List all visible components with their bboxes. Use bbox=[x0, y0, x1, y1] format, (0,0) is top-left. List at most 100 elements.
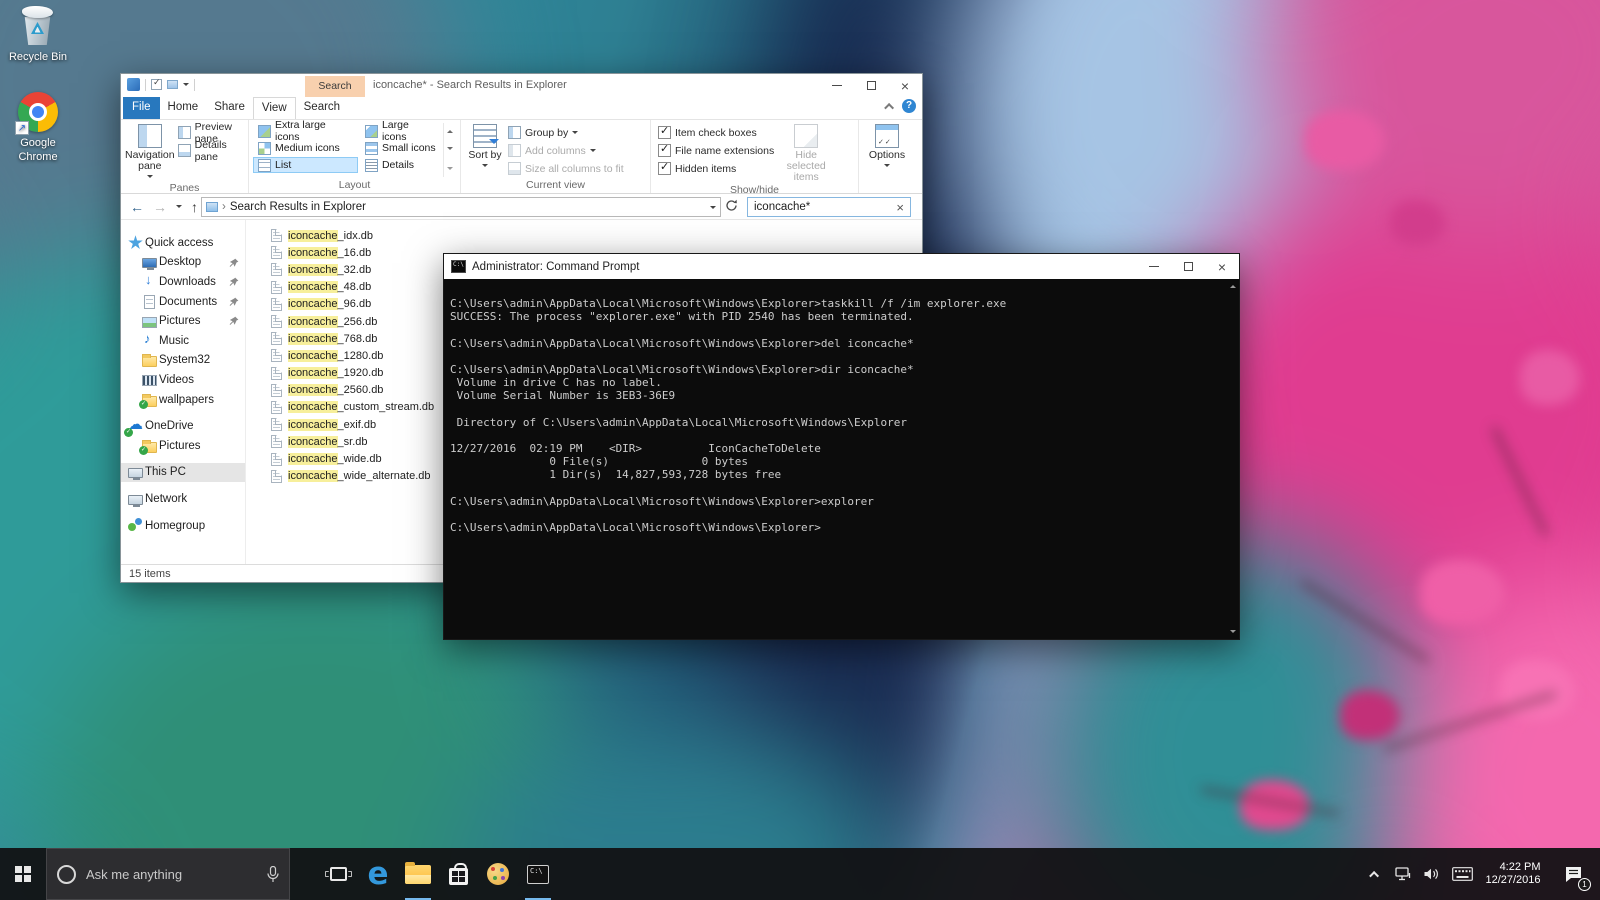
sidebar-item[interactable]: System32 bbox=[121, 351, 245, 371]
sidebar-item[interactable]: Quick access bbox=[121, 233, 245, 253]
current-view-option[interactable]: Size all columns to fit bbox=[505, 161, 627, 176]
sidebar-item[interactable]: Downloads bbox=[121, 272, 245, 292]
quick-access-toolbar bbox=[127, 77, 195, 91]
action-center-button[interactable]: 1 bbox=[1551, 848, 1595, 900]
cmd-maximize-button[interactable] bbox=[1171, 254, 1205, 279]
sidebar-item[interactable]: OneDrive bbox=[121, 415, 245, 437]
layout-option[interactable]: Medium icons bbox=[253, 140, 358, 156]
layout-scroll-strip[interactable] bbox=[443, 123, 456, 177]
layout-option[interactable]: List bbox=[253, 157, 358, 173]
qat-properties-icon[interactable] bbox=[151, 77, 162, 90]
cmd-titlebar[interactable]: Administrator: Command Prompt × bbox=[444, 254, 1239, 279]
minimize-button[interactable] bbox=[820, 74, 854, 97]
sidebar-item[interactable]: Homegroup bbox=[121, 516, 245, 536]
current-view-option[interactable]: Group by bbox=[505, 125, 627, 140]
command-prompt-button[interactable] bbox=[518, 848, 558, 900]
hide-selected-items-button[interactable]: Hide selected items bbox=[777, 123, 835, 183]
file-item[interactable]: iconcache_idx.db bbox=[271, 227, 922, 244]
dropdown-caret bbox=[572, 131, 579, 137]
sidebar-item[interactable]: Network bbox=[121, 489, 245, 509]
clock[interactable]: 4:22 PM 12/27/2016 bbox=[1479, 848, 1551, 900]
console-line: SUCCESS: The process "explorer.exe" with… bbox=[450, 310, 914, 324]
cortana-search-box[interactable]: Ask me anything bbox=[46, 848, 290, 900]
console-line: 1 Dir(s) 14,827,593,728 bytes free bbox=[450, 468, 782, 482]
file-name: iconcache_96.db bbox=[288, 298, 372, 311]
ribbon-tab[interactable]: View bbox=[252, 97, 296, 119]
ribbon-tab[interactable]: File bbox=[123, 97, 160, 119]
cmd-window-title: Administrator: Command Prompt bbox=[472, 260, 640, 273]
ribbon-tab[interactable]: Home bbox=[160, 97, 207, 119]
cmd-close-button[interactable]: × bbox=[1205, 254, 1239, 279]
explorer-titlebar[interactable]: Search Tools iconcache* - Search Results… bbox=[121, 74, 922, 113]
search-tools-contextual-tab[interactable]: Search Tools bbox=[305, 76, 365, 113]
store-icon bbox=[448, 862, 468, 885]
clear-search-icon[interactable]: × bbox=[896, 200, 904, 215]
recent-locations-caret[interactable] bbox=[176, 205, 182, 211]
qat-newfolder-icon[interactable] bbox=[167, 80, 178, 89]
pane-option[interactable]: Details pane bbox=[175, 139, 244, 163]
store-button[interactable] bbox=[438, 848, 478, 900]
refresh-icon[interactable] bbox=[725, 199, 738, 215]
cmd-scrollbar[interactable] bbox=[1227, 280, 1238, 638]
desktop-icon-recycle-bin[interactable]: Recycle Bin bbox=[6, 6, 70, 64]
cmd-minimize-button[interactable] bbox=[1137, 254, 1171, 279]
db-file-icon bbox=[271, 229, 282, 243]
tray-overflow-button[interactable] bbox=[1361, 848, 1389, 900]
volume-button[interactable] bbox=[1417, 848, 1445, 900]
layout-option[interactable]: Details bbox=[360, 157, 441, 173]
task-view-button[interactable] bbox=[318, 848, 358, 900]
showhide-checkbox[interactable]: Hidden items bbox=[655, 160, 777, 176]
touch-keyboard-button[interactable] bbox=[1445, 848, 1479, 900]
sidebar-item[interactable]: wallpapers bbox=[121, 390, 245, 410]
file-explorer-button[interactable] bbox=[398, 848, 438, 900]
forward-button[interactable]: → bbox=[153, 200, 167, 214]
sort-by-button[interactable]: Sort by bbox=[465, 123, 505, 177]
pin-icon bbox=[229, 277, 239, 290]
ribbon-tab[interactable]: Search bbox=[296, 97, 348, 119]
sidebar-item[interactable]: Desktop bbox=[121, 253, 245, 273]
showhide-checkbox[interactable]: File name extensions bbox=[655, 142, 777, 158]
console-line: C:\Users\admin\AppData\Local\Microsoft\W… bbox=[450, 297, 1007, 310]
layout-option[interactable]: Large icons bbox=[360, 119, 441, 143]
sidebar-item[interactable]: Music bbox=[121, 331, 245, 351]
desktop-icon-label: Google Chrome bbox=[18, 137, 58, 163]
file-name: iconcache_exif.db bbox=[288, 418, 377, 431]
edge-button[interactable] bbox=[358, 848, 398, 900]
current-view-option[interactable]: Add columns bbox=[505, 143, 627, 158]
file-name: iconcache_1920.db bbox=[288, 367, 384, 380]
layout-option[interactable]: Extra large icons bbox=[253, 119, 358, 143]
paint-button[interactable] bbox=[478, 848, 518, 900]
microphone-icon[interactable] bbox=[267, 865, 279, 883]
sidebar-item[interactable]: Pictures bbox=[121, 311, 245, 331]
sidebar-item[interactable]: Videos bbox=[121, 370, 245, 390]
db-file-icon bbox=[271, 263, 282, 277]
console-output[interactable]: C:\Users\admin\AppData\Local\Microsoft\W… bbox=[444, 279, 1239, 639]
showhide-checkbox[interactable]: Item check boxes bbox=[655, 124, 777, 140]
address-box[interactable]: › Search Results in Explorer bbox=[201, 197, 721, 217]
search-input[interactable]: iconcache* × bbox=[747, 197, 911, 217]
file-name: iconcache_48.db bbox=[288, 281, 372, 294]
maximize-button[interactable] bbox=[854, 74, 888, 97]
up-button[interactable]: ↑ bbox=[191, 200, 198, 214]
desktop-icon-google-chrome[interactable]: Google Chrome bbox=[6, 92, 70, 164]
items-count: 15 items bbox=[129, 568, 171, 580]
layout-option[interactable]: Small icons bbox=[360, 140, 441, 156]
options-button[interactable]: Options bbox=[863, 123, 911, 177]
sidebar-item[interactable]: Documents bbox=[121, 292, 245, 312]
breadcrumb[interactable]: Search Results in Explorer bbox=[230, 201, 366, 213]
help-icon[interactable]: ? bbox=[902, 99, 916, 113]
sidebar-item[interactable]: Pictures bbox=[121, 436, 245, 456]
db-file-icon bbox=[271, 435, 282, 449]
ribbon-tab[interactable]: Share bbox=[206, 97, 253, 119]
navigation-pane-button[interactable]: Navigation pane bbox=[125, 123, 175, 181]
address-dropdown-caret[interactable] bbox=[710, 205, 716, 212]
network-button[interactable] bbox=[1389, 848, 1417, 900]
start-button[interactable] bbox=[0, 848, 46, 900]
back-button[interactable]: ← bbox=[130, 200, 144, 214]
close-button[interactable]: × bbox=[888, 74, 922, 97]
db-file-icon bbox=[271, 469, 282, 483]
scroll-down-icon bbox=[447, 147, 454, 153]
sidebar-item[interactable]: This PC bbox=[121, 462, 245, 483]
qat-customize-caret[interactable] bbox=[183, 83, 189, 89]
